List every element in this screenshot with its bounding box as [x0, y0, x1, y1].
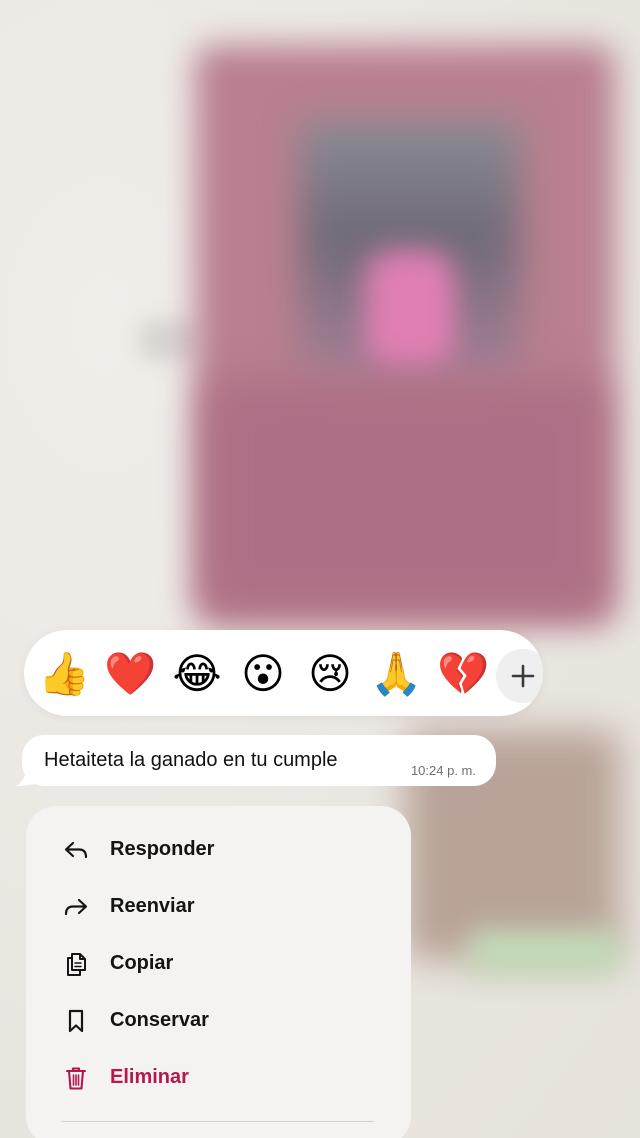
menu-item-label: Reenviar [110, 895, 195, 917]
menu-item-reply[interactable]: Responder [26, 824, 411, 876]
reaction-bar: 👍 ❤️ 😂 😮 😢 🙏 💔 [24, 630, 543, 716]
blurred-element [140, 320, 200, 360]
plus-icon [511, 664, 535, 688]
reaction-crying[interactable]: 😢 [304, 648, 356, 700]
reaction-tears-of-joy[interactable]: 😂 [171, 648, 223, 700]
more-reactions-button[interactable] [496, 649, 543, 703]
menu-item-label: Copiar [110, 952, 174, 974]
menu-item-label: Eliminar [110, 1066, 189, 1088]
menu-divider [62, 1121, 374, 1122]
reaction-red-heart[interactable]: ❤️ [104, 648, 156, 700]
menu-item-label: Conservar [110, 1009, 209, 1031]
trash-icon [65, 1067, 87, 1090]
message-context-menu: Responder Reenviar Copiar Conservar Elim… [26, 806, 411, 1138]
copy-icon [67, 953, 86, 976]
menu-item-label: Responder [110, 838, 215, 860]
message-timestamp: 10:24 p. m. [410, 763, 476, 778]
bookmark-icon [68, 1009, 84, 1033]
reaction-thumbs-up[interactable]: 👍 [38, 648, 90, 700]
reaction-folded-hands[interactable]: 🙏 [370, 648, 422, 700]
menu-item-delete[interactable]: Eliminar [26, 1052, 411, 1104]
reaction-broken-heart[interactable]: 💔 [437, 648, 489, 700]
forward-icon [64, 898, 88, 916]
menu-item-keep[interactable]: Conservar [26, 995, 411, 1047]
message-text: Hetaiteta la ganado en tu cumple [44, 749, 338, 771]
reaction-surprised[interactable]: 😮 [237, 648, 289, 700]
menu-item-copy[interactable]: Copiar [26, 938, 411, 990]
menu-item-forward[interactable]: Reenviar [26, 881, 411, 933]
selected-message-bubble[interactable]: Hetaiteta la ganado en tu cumple 10:24 p… [22, 735, 496, 786]
reply-icon [64, 841, 88, 859]
